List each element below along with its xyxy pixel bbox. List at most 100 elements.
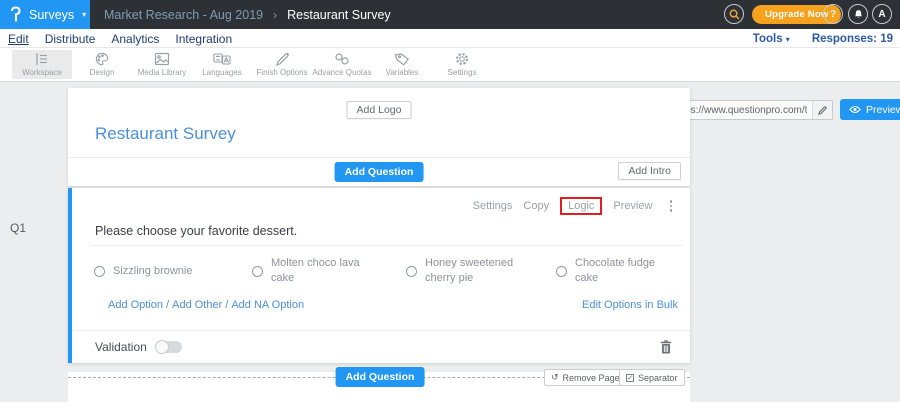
question-copy-link[interactable]: Copy — [523, 200, 549, 212]
add-intro-button[interactable]: Add Intro — [618, 162, 681, 180]
toolbar-item-variables[interactable]: Variables — [372, 50, 432, 79]
survey-url-box — [668, 100, 833, 120]
tools-dropdown[interactable]: Tools ▾ — [753, 33, 790, 45]
eye-icon — [849, 105, 861, 114]
question-divider — [90, 245, 683, 246]
add-question-strip: Add Question Add Intro — [68, 157, 690, 186]
toolbar-item-advance-quotas[interactable]: Advance Quotas — [312, 50, 372, 79]
section-tabs: Edit Distribute Analytics Integration — [8, 29, 232, 48]
tag-icon — [394, 52, 410, 66]
palette-icon — [94, 52, 110, 66]
tabs-bar-right: Tools ▾ Responses: 19 — [753, 29, 893, 48]
gear-icon — [454, 52, 470, 66]
option-label: Molten choco lava — [271, 256, 360, 271]
add-na-option-link[interactable]: Add NA Option — [231, 299, 304, 311]
question-settings-link[interactable]: Settings — [473, 200, 513, 212]
toolbar-item-languages[interactable]: Languages — [192, 50, 252, 79]
option-label-line2: cake — [271, 271, 360, 286]
surveys-menu[interactable]: Surveys ▾ — [0, 0, 90, 29]
question-number-label: Q1 — [10, 221, 26, 235]
separator-toggle-button[interactable]: ✓ Separator — [619, 369, 685, 386]
help-button[interactable]: ? — [823, 4, 843, 24]
breadcrumb-parent[interactable]: Market Research - Aug 2019 — [104, 8, 263, 22]
responses-count[interactable]: Responses: 19 — [812, 33, 893, 45]
quota-links-icon — [334, 52, 350, 66]
add-other-link[interactable]: Add Other — [172, 299, 222, 311]
answer-options: Sizzling brownie Molten choco lava cake … — [94, 254, 682, 288]
bell-icon — [853, 9, 864, 20]
pen-icon — [274, 52, 290, 66]
validation-row: Validation — [72, 330, 690, 363]
add-question-button[interactable]: Add Question — [335, 162, 424, 182]
add-logo-button[interactable]: Add Logo — [347, 101, 412, 119]
checked-checkbox-icon: ✓ — [626, 374, 634, 382]
questionpro-logo-icon — [9, 6, 22, 23]
add-question-button-bottom[interactable]: Add Question — [336, 367, 425, 387]
question-preview-link[interactable]: Preview — [613, 200, 652, 212]
answer-option: Honey sweetened cherry pie — [406, 254, 556, 288]
option-management-links: Add Option/Add Other/Add NA Option — [108, 299, 304, 311]
notifications-button[interactable] — [848, 4, 868, 24]
toolbar-item-design[interactable]: Design — [72, 50, 132, 79]
breadcrumb-separator: › — [273, 8, 277, 22]
preview-button[interactable]: Preview — [840, 99, 900, 120]
chevron-down-icon: ▾ — [82, 10, 86, 19]
translate-icon — [213, 52, 231, 66]
question-card: Settings Copy Logic Preview Please choos… — [68, 188, 690, 363]
surveys-menu-label: Surveys — [29, 8, 74, 22]
image-icon — [154, 52, 170, 66]
tab-analytics[interactable]: Analytics — [111, 32, 159, 46]
radio-button[interactable] — [252, 266, 263, 277]
section-tabs-bar: Edit Distribute Analytics Integration To… — [0, 29, 900, 48]
toolbar-item-media-library[interactable]: Media Library — [132, 50, 192, 79]
link-separator: / — [166, 299, 169, 311]
question-mark-icon: ? — [830, 9, 836, 20]
option-label: Honey sweetened — [425, 256, 513, 271]
preview-button-label: Preview — [866, 104, 900, 116]
top-navigation-bar: Surveys ▾ Market Research - Aug 2019 › R… — [0, 0, 900, 29]
link-separator: / — [225, 299, 228, 311]
avatar-initial: A — [878, 9, 885, 20]
question-text[interactable]: Please choose your favorite dessert. — [95, 224, 297, 238]
radio-button[interactable] — [406, 266, 417, 277]
validation-label: Validation — [95, 340, 147, 354]
answer-option: Chocolate fudge cake — [556, 254, 655, 288]
chevron-down-icon: ▾ — [786, 35, 790, 44]
option-label: Sizzling brownie — [113, 264, 192, 279]
tab-distribute[interactable]: Distribute — [45, 32, 96, 46]
edit-options-in-bulk-link[interactable]: Edit Options in Bulk — [582, 299, 678, 311]
add-option-link[interactable]: Add Option — [108, 299, 163, 311]
question-more-menu[interactable] — [668, 198, 675, 214]
radio-button[interactable] — [556, 266, 567, 277]
edit-url-button[interactable] — [812, 101, 832, 119]
search-button[interactable] — [724, 4, 744, 24]
answer-option: Molten choco lava cake — [252, 254, 406, 288]
toolbar-item-workspace[interactable]: Workspace — [12, 50, 72, 79]
pencil-icon — [818, 106, 827, 115]
account-avatar[interactable]: A — [872, 4, 892, 24]
separator-label: Separator — [638, 373, 678, 383]
workspace-icon — [34, 52, 50, 66]
edit-toolbar: Workspace Design Media Library — [0, 48, 900, 82]
toolbar-items: Workspace Design Media Library — [12, 50, 492, 79]
answer-option: Sizzling brownie — [94, 254, 252, 288]
delete-question-button[interactable] — [660, 340, 672, 359]
toolbar-item-finish-options[interactable]: Finish Options — [252, 50, 312, 79]
survey-header-card: Add Logo Restaurant Survey Add Question … — [68, 88, 690, 186]
breadcrumb: Market Research - Aug 2019 › Restaurant … — [104, 0, 391, 29]
survey-url-input[interactable] — [669, 105, 812, 116]
toggle-knob — [155, 340, 169, 354]
question-actions: Settings Copy Logic Preview — [473, 197, 674, 215]
radio-button[interactable] — [94, 266, 105, 277]
questionpro-app: Surveys ▾ Market Research - Aug 2019 › R… — [0, 0, 900, 402]
survey-title[interactable]: Restaurant Survey — [95, 124, 236, 144]
toolbar-item-settings[interactable]: Settings — [432, 50, 492, 79]
validation-toggle[interactable] — [156, 341, 182, 353]
question-logic-link-highlighted[interactable]: Logic — [560, 197, 602, 215]
trash-icon — [660, 340, 672, 354]
tab-edit[interactable]: Edit — [8, 32, 29, 46]
option-label-line2: cake — [575, 271, 655, 286]
undo-icon: ↺ — [551, 373, 559, 383]
tab-integration[interactable]: Integration — [175, 32, 232, 46]
option-label: Chocolate fudge — [575, 256, 655, 271]
